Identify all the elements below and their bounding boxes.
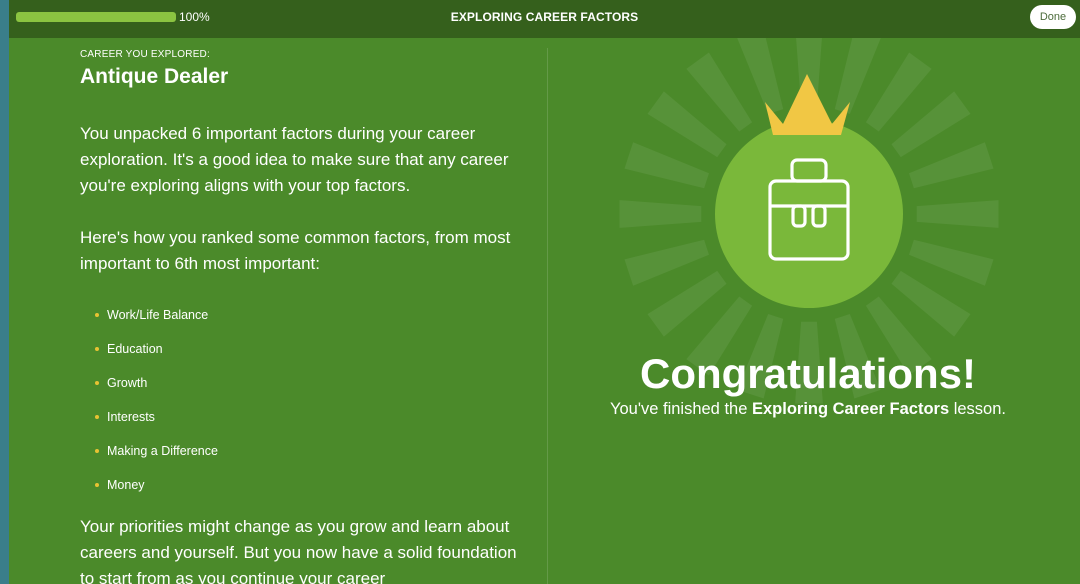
sunburst-ray [737, 38, 784, 115]
factor-item: Growth [80, 374, 218, 408]
congratulations-heading: Congratulations! [640, 350, 976, 397]
factor-item: Education [80, 340, 218, 374]
career-eyebrow: CAREER YOU EXPLORED: [80, 49, 210, 60]
sunburst-ray [916, 200, 999, 228]
message-prefix: You've finished the [609, 400, 752, 418]
career-name: Antique Dealer [80, 65, 229, 88]
factor-ranking-list: Work/Life Balance Education Growth Inter… [80, 306, 218, 510]
sunburst-ray [624, 142, 710, 189]
factor-item: Work/Life Balance [80, 306, 218, 340]
career-summary-panel: CAREER YOU EXPLORED: Antique Dealer You … [80, 38, 540, 584]
closing-paragraph: Your priorities might change as you grow… [80, 517, 517, 584]
sunburst-ray [834, 38, 881, 115]
factor-item: Interests [80, 408, 218, 442]
ranking-intro-paragraph: Here's how you ranked some common factor… [80, 228, 511, 273]
congratulations-panel: Congratulations! You've finished the Exp… [548, 38, 1080, 584]
lesson-title: EXPLORING CAREER FACTORS [450, 10, 639, 24]
badge-circle [715, 120, 903, 308]
factor-item: Money [80, 476, 218, 510]
sunburst-ray [619, 200, 702, 228]
sunburst-ray [624, 239, 710, 286]
lesson-completion-screen: 100% EXPLORING CAREER FACTORS Done CAREE… [9, 0, 1080, 584]
factor-item: Making a Difference [80, 442, 218, 476]
done-button[interactable]: Done [1030, 5, 1076, 29]
congratulations-message: You've finished the Exploring Career Fac… [548, 400, 1068, 419]
sunburst-ray [908, 142, 994, 189]
summary-paragraph: You unpacked 6 important factors during … [80, 124, 509, 195]
message-suffix: lesson. [949, 400, 1006, 418]
lesson-name: Exploring Career Factors [751, 400, 950, 418]
top-bar: 100% EXPLORING CAREER FACTORS Done [9, 0, 1080, 38]
celebration-badge [619, 38, 999, 404]
sunburst-ray [908, 239, 994, 286]
